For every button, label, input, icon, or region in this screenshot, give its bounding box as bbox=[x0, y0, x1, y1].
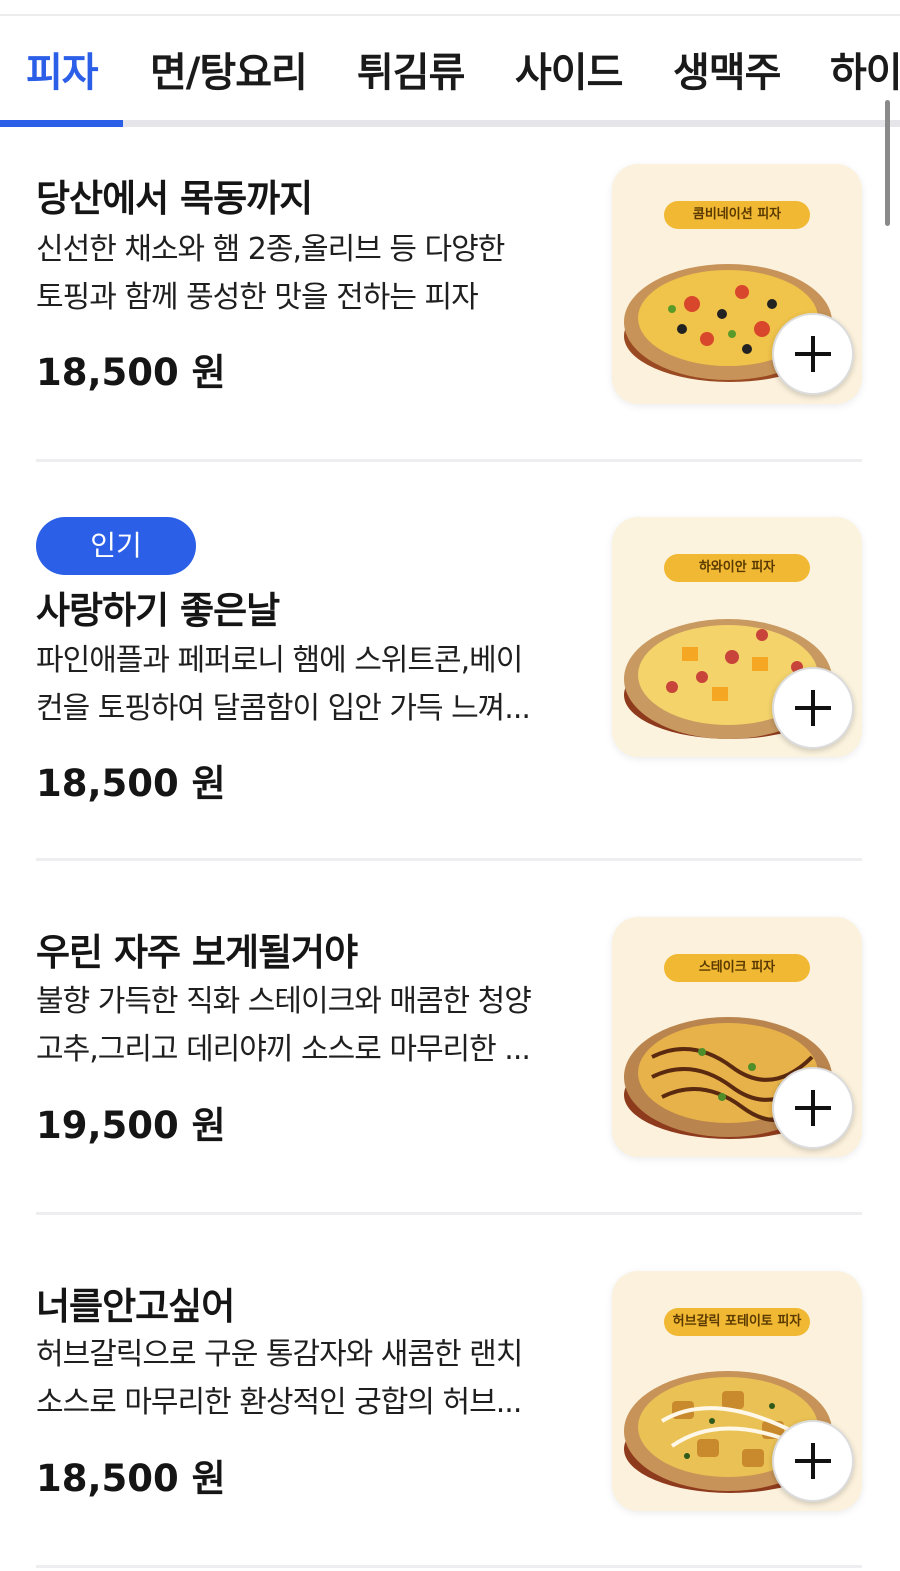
add-to-cart-button[interactable] bbox=[772, 313, 854, 395]
divider bbox=[36, 858, 862, 861]
tab-underline-track bbox=[0, 120, 900, 127]
pizza-label: 콤비네이션 피자 bbox=[664, 201, 810, 229]
popular-badge: 인기 bbox=[36, 517, 196, 575]
desc-line: 신선한 채소와 햄 2종,올리브 등 다양한 bbox=[36, 232, 505, 267]
tab-pizza[interactable]: 피자 bbox=[26, 40, 99, 98]
pizza-label: 스테이크 피자 bbox=[664, 954, 810, 982]
pizza-label: 하와이안 피자 bbox=[664, 554, 810, 582]
desc-line: 허브갈릭으로 구운 통감자와 새콤한 랜치 bbox=[36, 1337, 523, 1372]
divider bbox=[36, 1212, 862, 1215]
menu-item-price: 18,500 원 bbox=[36, 351, 226, 394]
tab-noodles-soup[interactable]: 면/탕요리 bbox=[150, 40, 308, 98]
tab-side[interactable]: 사이드 bbox=[515, 40, 623, 98]
menu-item-price: 18,500 원 bbox=[36, 1457, 226, 1500]
add-to-cart-button[interactable] bbox=[772, 1420, 854, 1502]
pizza-label: 허브갈릭 포테이토 피자 bbox=[664, 1308, 810, 1336]
menu-item-price: 19,500 원 bbox=[36, 1104, 226, 1147]
divider bbox=[36, 459, 862, 462]
desc-line: 소스로 마무리한 환상적인 궁합의 허브... bbox=[36, 1385, 522, 1420]
menu-item-name: 당산에서 목동까지 bbox=[36, 177, 313, 220]
menu-item-price: 18,500 원 bbox=[36, 762, 226, 805]
tab-fried[interactable]: 튀김류 bbox=[357, 40, 465, 98]
menu-item-name: 너를안고싶어 bbox=[36, 1285, 235, 1328]
category-tabs: 피자 면/탕요리 튀김류 사이드 생맥주 하이 bbox=[0, 40, 900, 100]
desc-line: 토핑과 함께 풍성한 맛을 전하는 피자 bbox=[36, 280, 479, 315]
add-to-cart-button[interactable] bbox=[772, 667, 854, 749]
menu-item-description: 허브갈릭으로 구운 통감자와 새콤한 랜치 소스로 마무리한 환상적인 궁합의 … bbox=[36, 1331, 576, 1427]
divider bbox=[36, 1565, 862, 1568]
menu-item-description: 파인애플과 페퍼로니 햄에 스위트콘,베이 컨을 토핑하여 달콤함이 입안 가득… bbox=[36, 637, 576, 733]
menu-item-description: 불향 가득한 직화 스테이크와 매콤한 청양 고추,그리고 데리야끼 소스로 마… bbox=[36, 978, 576, 1074]
menu-item-name: 사랑하기 좋은날 bbox=[36, 589, 280, 632]
desc-line: 컨을 토핑하여 달콤함이 입안 가득 느껴... bbox=[36, 691, 531, 726]
add-to-cart-button[interactable] bbox=[772, 1067, 854, 1149]
menu-item-description: 신선한 채소와 햄 2종,올리브 등 다양한 토핑과 함께 풍성한 맛을 전하는… bbox=[36, 226, 576, 322]
scrollbar[interactable] bbox=[885, 100, 890, 226]
menu-item-name: 우린 자주 보게될거야 bbox=[36, 931, 358, 974]
desc-line: 파인애플과 페퍼로니 햄에 스위트콘,베이 bbox=[36, 643, 523, 678]
tab-highball[interactable]: 하이 bbox=[830, 40, 900, 98]
tab-draft-beer[interactable]: 생맥주 bbox=[673, 40, 781, 98]
desc-line: 불향 가득한 직화 스테이크와 매콤한 청양 bbox=[36, 984, 532, 1019]
tab-active-indicator bbox=[0, 120, 123, 127]
top-divider bbox=[0, 14, 900, 16]
desc-line: 고추,그리고 데리야끼 소스로 마무리한 ... bbox=[36, 1032, 531, 1067]
